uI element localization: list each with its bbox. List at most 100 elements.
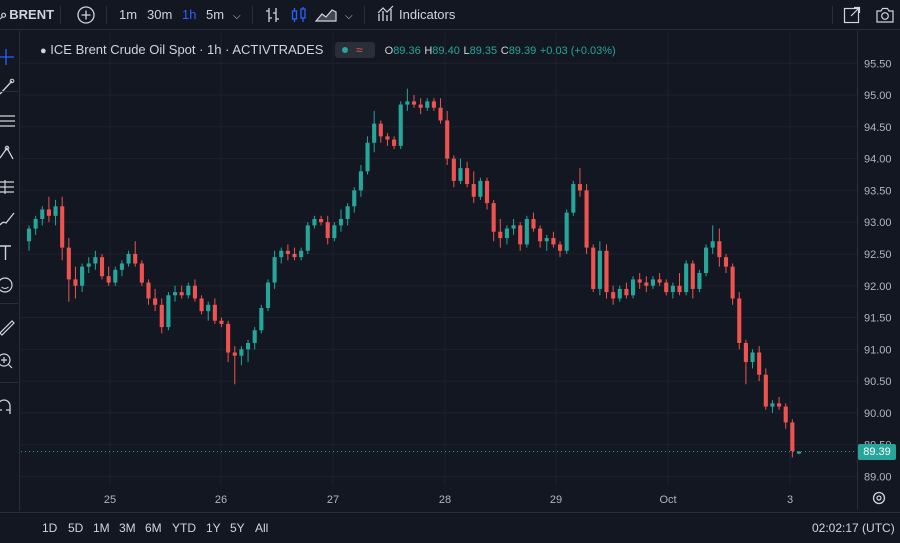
candle[interactable]: [630, 276, 636, 299]
candle[interactable]: [617, 285, 622, 302]
candle[interactable]: [405, 88, 410, 111]
symbol-search[interactable]: ⌕ BRENT: [0, 0, 54, 30]
area-style-button[interactable]: [314, 0, 337, 30]
interval-30m[interactable]: 30m: [147, 0, 172, 30]
candle[interactable]: [717, 228, 722, 267]
candle[interactable]: [524, 215, 529, 248]
candle[interactable]: [425, 98, 430, 111]
status-pill[interactable]: ≈: [335, 41, 375, 58]
crosshair-tool[interactable]: [0, 47, 18, 67]
candle[interactable]: [292, 247, 297, 261]
candle[interactable]: [153, 288, 158, 312]
ruler-tool[interactable]: [0, 317, 18, 337]
range-1y[interactable]: 1Y: [206, 513, 221, 543]
candle[interactable]: [624, 282, 629, 299]
candle[interactable]: [392, 136, 397, 150]
candle[interactable]: [279, 247, 284, 264]
candle[interactable]: [777, 397, 782, 410]
candle[interactable]: [637, 273, 642, 289]
candle[interactable]: [146, 279, 151, 305]
candle[interactable]: [518, 222, 523, 251]
candle[interactable]: [710, 225, 715, 254]
candle[interactable]: [737, 292, 742, 350]
candle[interactable]: [557, 241, 563, 258]
candle[interactable]: [172, 285, 178, 302]
candle[interactable]: [511, 219, 516, 235]
candle[interactable]: [219, 317, 224, 328]
candle[interactable]: [319, 215, 324, 226]
candle[interactable]: [538, 225, 543, 248]
candle[interactable]: [232, 346, 237, 385]
candle[interactable]: [757, 346, 762, 382]
pattern-tool[interactable]: [0, 143, 18, 163]
candle[interactable]: [458, 158, 463, 185]
candle[interactable]: [591, 244, 596, 293]
candle[interactable]: [179, 285, 184, 299]
candle[interactable]: [126, 250, 131, 267]
range-1m[interactable]: 1M: [93, 513, 110, 543]
compare-add-button[interactable]: [76, 0, 96, 30]
range-6m[interactable]: 6M: [145, 513, 162, 543]
candle[interactable]: [670, 282, 675, 299]
candle[interactable]: [352, 187, 357, 213]
candle[interactable]: [763, 368, 768, 410]
candle[interactable]: [199, 295, 204, 315]
candle[interactable]: [133, 241, 138, 267]
candle[interactable]: [73, 266, 78, 299]
utc-clock[interactable]: 02:02:17 (UTC): [812, 513, 895, 543]
candle[interactable]: [252, 327, 257, 350]
range-3m[interactable]: 3M: [119, 513, 136, 543]
candle[interactable]: [192, 279, 198, 302]
candle[interactable]: [139, 260, 144, 286]
candle[interactable]: [783, 403, 788, 429]
candle[interactable]: [697, 269, 702, 293]
candle[interactable]: [398, 101, 403, 150]
candlestick-chart[interactable]: 25 26 27 28 29 Oct 3: [21, 31, 857, 510]
candle[interactable]: [46, 196, 51, 223]
candle[interactable]: [531, 212, 536, 232]
candle[interactable]: [166, 292, 171, 331]
candle[interactable]: [418, 98, 423, 115]
candle[interactable]: [159, 298, 164, 334]
candle[interactable]: [451, 155, 456, 188]
candle[interactable]: [498, 219, 503, 248]
candle[interactable]: [365, 136, 370, 175]
candle[interactable]: [272, 250, 277, 289]
candle[interactable]: [226, 320, 231, 363]
candle[interactable]: [677, 273, 682, 296]
candle[interactable]: [584, 184, 589, 254]
candle[interactable]: [372, 110, 377, 153]
candle[interactable]: [723, 253, 729, 274]
magnet-tool[interactable]: [0, 397, 18, 417]
candle[interactable]: [445, 110, 450, 165]
candle[interactable]: [299, 247, 304, 261]
range-5d[interactable]: 5D: [68, 513, 83, 543]
candle[interactable]: [431, 98, 436, 111]
range-5y[interactable]: 5Y: [230, 513, 245, 543]
candle[interactable]: [66, 238, 71, 302]
candle[interactable]: [611, 285, 616, 305]
candle[interactable]: [577, 168, 583, 197]
interval-dropdown[interactable]: ⌵: [233, 0, 241, 30]
candle[interactable]: [245, 339, 251, 363]
candle[interactable]: [312, 215, 317, 229]
candle[interactable]: [33, 215, 38, 235]
candle[interactable]: [80, 263, 85, 293]
chart-pane[interactable]: 25 26 27 28 29 Oct 3: [21, 31, 857, 510]
candle[interactable]: [504, 225, 509, 245]
candle[interactable]: [465, 161, 470, 188]
zoom-tool[interactable]: [0, 351, 18, 371]
interval-5m[interactable]: 5m: [206, 0, 224, 30]
candle[interactable]: [265, 279, 271, 312]
candle[interactable]: [684, 260, 689, 296]
candle[interactable]: [690, 260, 695, 299]
range-1d[interactable]: 1D: [42, 513, 57, 543]
candle[interactable]: [471, 171, 476, 204]
trend-line-tool[interactable]: [0, 77, 18, 97]
candle[interactable]: [338, 209, 344, 232]
range-all[interactable]: All: [255, 513, 268, 543]
price-scale[interactable]: 95.50 95.00 94.50 94.00 93.50 93.00 92.50 92.00…: [857, 31, 900, 510]
candle[interactable]: [285, 244, 290, 261]
interval-1h[interactable]: 1h: [182, 0, 196, 30]
candle[interactable]: [704, 244, 709, 277]
